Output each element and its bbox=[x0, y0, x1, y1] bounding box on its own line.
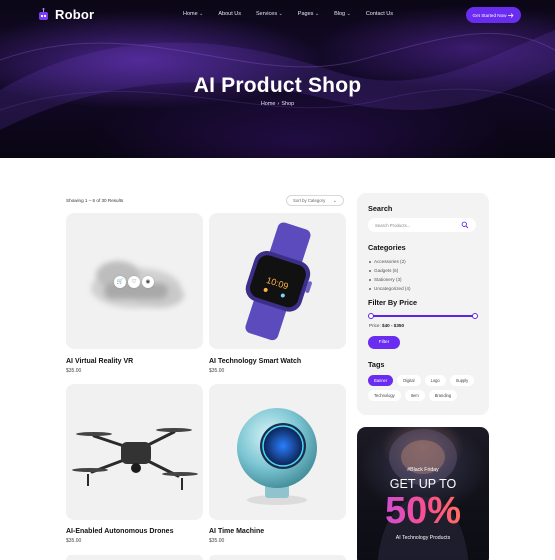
add-to-cart-icon[interactable]: 🛒 bbox=[114, 276, 126, 288]
price-range-slider[interactable] bbox=[368, 313, 478, 319]
breadcrumb-current: Shop bbox=[281, 101, 295, 107]
tag-banner[interactable]: Banner bbox=[368, 375, 394, 386]
nav-item-label: Pages bbox=[297, 11, 314, 17]
category-item[interactable]: Accessories (2) bbox=[369, 257, 411, 266]
nav-item-home[interactable]: Home ⌄ bbox=[183, 11, 203, 17]
get-started-button[interactable]: Get Started Now bbox=[466, 7, 521, 23]
breadcrumb-home-link[interactable]: Home bbox=[261, 101, 276, 107]
bullet-icon bbox=[369, 287, 371, 290]
promo-headline: GET UP TO bbox=[389, 477, 457, 491]
hero-banner: Robor Home ⌄ About Us Services ⌄ Pages ⌄ Bl… bbox=[0, 0, 555, 158]
breadcrumb-separator: › bbox=[277, 101, 280, 107]
product-name[interactable]: AI Technology Smart Watch bbox=[209, 358, 301, 365]
promo-subtitle: AI Technology Products bbox=[395, 535, 451, 541]
drone-image bbox=[72, 428, 198, 490]
product-image-drone[interactable] bbox=[66, 384, 203, 520]
search-placeholder: Search Products... bbox=[375, 222, 411, 228]
tag-cloud: Banner Digital Logo Supply Technology It… bbox=[368, 375, 483, 401]
sort-select[interactable]: Sort by Category ⌄ bbox=[286, 195, 344, 206]
tag-item[interactable]: Item bbox=[404, 390, 425, 401]
tag-technology[interactable]: Technology bbox=[368, 390, 401, 401]
main-menu: Home ⌄ About Us Services ⌄ Pages ⌄ Blog ⌄ Co… bbox=[183, 11, 393, 17]
product-image-partial[interactable] bbox=[209, 555, 346, 560]
product-image-vr[interactable]: 🛒 ♡ ◉ bbox=[66, 213, 203, 349]
promo-percent: 50% bbox=[357, 490, 489, 533]
promo-tag: #Black Friday bbox=[407, 467, 439, 473]
sort-selected-value: Sort by Category bbox=[293, 198, 326, 203]
nav-item-label: Home bbox=[183, 11, 198, 17]
wishlist-heart-icon[interactable]: ♡ bbox=[128, 276, 140, 288]
price-range-label: Price: $40 - $350 bbox=[369, 323, 404, 328]
tag-digital[interactable]: Digital bbox=[397, 375, 421, 386]
nav-item-label: Blog bbox=[334, 11, 346, 17]
brand-name: Robor bbox=[55, 7, 95, 22]
nav-item-contact[interactable]: Contact Us bbox=[366, 11, 393, 17]
arrow-right-icon bbox=[508, 12, 514, 18]
price-prefix: Price: bbox=[369, 323, 381, 328]
product-image-watch[interactable]: 10:09 bbox=[209, 213, 346, 349]
bullet-icon bbox=[369, 278, 371, 281]
price-range-value: $40 - $350 bbox=[382, 323, 404, 328]
filter-button[interactable]: Filter bbox=[368, 336, 400, 349]
category-list: Accessories (2) Gadgets (6) Stationery (… bbox=[369, 257, 411, 293]
category-item[interactable]: Uncategorized (4) bbox=[369, 284, 411, 293]
price-filter-heading: Filter By Price bbox=[368, 298, 418, 307]
search-input[interactable]: Search Products... bbox=[368, 218, 476, 232]
brand-logo[interactable]: Robor bbox=[37, 7, 94, 22]
bullet-icon bbox=[369, 260, 371, 263]
nav-item-services[interactable]: Services ⌄ bbox=[256, 11, 283, 17]
smart-watch-image: 10:09 bbox=[245, 222, 312, 341]
range-max-handle[interactable] bbox=[472, 313, 478, 319]
category-label: Uncategorized (4) bbox=[374, 286, 411, 291]
quick-actions: 🛒 ♡ ◉ bbox=[114, 276, 154, 288]
nav-item-label: About Us bbox=[218, 11, 241, 17]
chevron-down-icon: ⌄ bbox=[314, 11, 320, 17]
product-name[interactable]: AI Time Machine bbox=[209, 528, 264, 535]
product-name[interactable]: AI-Enabled Autonomous Drones bbox=[66, 528, 173, 535]
top-navigation: Robor Home ⌄ About Us Services ⌄ Pages ⌄ Bl… bbox=[0, 0, 555, 30]
range-min-handle[interactable] bbox=[368, 313, 374, 319]
bullet-icon bbox=[369, 269, 371, 272]
chevron-down-icon: ⌄ bbox=[346, 11, 351, 17]
nav-item-pages[interactable]: Pages ⌄ bbox=[298, 11, 319, 17]
categories-heading: Categories bbox=[368, 243, 406, 252]
results-count: Showing 1 – 6 of 30 Results bbox=[66, 198, 124, 203]
product-price: $35.00 bbox=[209, 368, 225, 374]
category-item[interactable]: Gadgets (6) bbox=[369, 266, 411, 275]
black-friday-promo-banner[interactable]: #Black Friday GET UP TO 50% AI Technolog… bbox=[357, 427, 489, 560]
nav-item-blog[interactable]: Blog ⌄ bbox=[334, 11, 351, 17]
nav-item-label: Contact Us bbox=[365, 11, 394, 17]
shop-sidebar: Search Search Products... Categories Acc… bbox=[357, 193, 489, 415]
category-label: Accessories (2) bbox=[374, 259, 406, 264]
category-label: Gadgets (6) bbox=[374, 268, 399, 273]
cta-label: Get Started Now bbox=[472, 12, 507, 18]
tag-logo[interactable]: Logo bbox=[424, 375, 446, 386]
product-name[interactable]: AI Virtual Reality VR bbox=[66, 358, 133, 365]
category-label: Stationery (3) bbox=[374, 277, 402, 282]
search-icon[interactable] bbox=[461, 221, 469, 229]
breadcrumb: Home › Shop bbox=[0, 101, 555, 107]
product-price: $35.00 bbox=[66, 538, 82, 544]
search-heading: Search bbox=[368, 204, 393, 213]
nav-item-about[interactable]: About Us bbox=[218, 11, 241, 17]
product-image-partial[interactable] bbox=[66, 555, 203, 560]
tag-branding[interactable]: Branding bbox=[428, 390, 458, 401]
tag-supply[interactable]: Supply bbox=[449, 375, 475, 386]
product-price: $35.00 bbox=[209, 538, 225, 544]
time-machine-orb-image bbox=[237, 408, 317, 505]
page-title: AI Product Shop bbox=[193, 74, 362, 97]
chevron-down-icon: ⌄ bbox=[199, 11, 204, 17]
nav-item-label: Services bbox=[256, 11, 278, 17]
chevron-down-icon: ⌄ bbox=[332, 197, 337, 204]
chevron-down-icon: ⌄ bbox=[278, 11, 283, 17]
product-image-time-machine[interactable] bbox=[209, 384, 346, 520]
category-item[interactable]: Stationery (3) bbox=[369, 275, 411, 284]
product-price: $35.00 bbox=[66, 368, 82, 374]
robot-logo-icon bbox=[39, 7, 48, 20]
tags-heading: Tags bbox=[368, 360, 385, 369]
quick-view-eye-icon[interactable]: ◉ bbox=[142, 276, 154, 288]
